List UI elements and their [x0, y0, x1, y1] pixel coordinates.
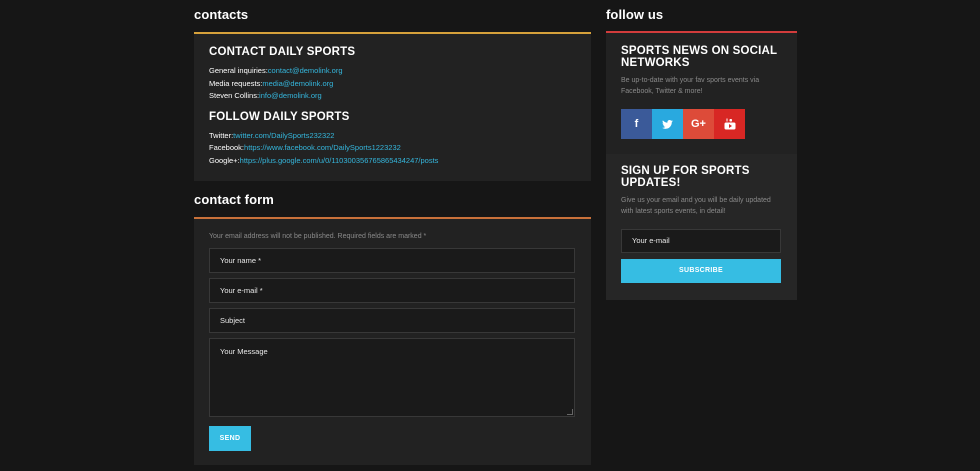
contact-label: Steven Collins: [209, 91, 260, 101]
contact-form-panel: Your email address will not be published… [194, 217, 591, 465]
contact-line-media: Media requests:media@demolink.org [209, 78, 576, 91]
contact-email-link[interactable]: contact@demolink.org [268, 66, 343, 75]
google-plus-icon[interactable]: G+ [683, 109, 714, 139]
contact-label: Media requests: [209, 78, 263, 88]
facebook-link[interactable]: https://www.facebook.com/DailySports1223… [244, 143, 401, 152]
social-icons: f G+ [621, 109, 782, 139]
name-input[interactable]: Your name * [209, 248, 575, 273]
contacts-section-title: contacts [194, 7, 249, 22]
social-description: Be up-to-date with your fav sports event… [621, 77, 760, 95]
subscribe-button[interactable]: SUBSCRIBE [621, 259, 781, 283]
send-button[interactable]: SEND [209, 426, 251, 451]
message-textarea[interactable]: Your Message [209, 338, 575, 417]
twitter-link[interactable]: twitter.com/DailySports232322 [233, 131, 334, 140]
follow-heading: FOLLOW DAILY SPORTS [209, 110, 350, 123]
signup-panel: SIGN UP FOR SPORTS UPDATES! Give us your… [606, 154, 797, 300]
contact-line-steven: Steven Collins:info@demolink.org [209, 90, 576, 103]
contact-form-section-title: contact form [194, 192, 274, 207]
email-input[interactable]: Your e-mail * [209, 278, 575, 303]
signup-heading: SIGN UP FOR SPORTS UPDATES! [621, 165, 750, 189]
follow-line-twitter: Twitter:twitter.com/DailySports232322 [209, 130, 576, 143]
twitter-icon[interactable] [652, 109, 683, 139]
follow-us-section-title: follow us [606, 7, 664, 22]
info-email-link[interactable]: info@demolink.org [259, 91, 322, 100]
resize-handle-icon[interactable] [567, 409, 573, 415]
contact-heading: CONTACT DAILY SPORTS [209, 46, 356, 58]
contact-line-general: General inquiries:contact@demolink.org [209, 65, 576, 78]
social-panel: SPORTS NEWS ON SOCIAL NETWORKS Be up-to-… [606, 31, 797, 154]
social-heading: SPORTS NEWS ON SOCIAL NETWORKS [621, 45, 778, 69]
google-plus-link[interactable]: https://plus.google.com/u/0/110300356765… [240, 156, 439, 165]
message-placeholder: Your Message [220, 347, 268, 356]
form-note: Your email address will not be published… [209, 233, 427, 240]
youtube-logo-icon [724, 118, 735, 130]
follow-line-facebook: Facebook:https://www.facebook.com/DailyS… [209, 142, 576, 155]
signup-description: Give us your email and you will be daily… [621, 197, 771, 215]
subject-input[interactable]: Subject [209, 308, 575, 333]
follow-line-google: Google+:https://plus.google.com/u/0/1103… [209, 155, 576, 168]
contacts-panel: CONTACT DAILY SPORTS General inquiries:c… [194, 32, 591, 181]
facebook-icon[interactable]: f [621, 109, 652, 139]
youtube-icon[interactable] [714, 109, 745, 139]
contact-label: General inquiries: [209, 66, 268, 75]
follow-label: Facebook: [209, 143, 245, 153]
follow-label: Twitter: [209, 130, 234, 140]
twitter-bird-icon [662, 119, 673, 129]
signup-email-input[interactable]: Your e-mail [621, 229, 781, 253]
media-email-link[interactable]: media@demolink.org [262, 79, 333, 88]
follow-label: Google+: [209, 155, 240, 165]
